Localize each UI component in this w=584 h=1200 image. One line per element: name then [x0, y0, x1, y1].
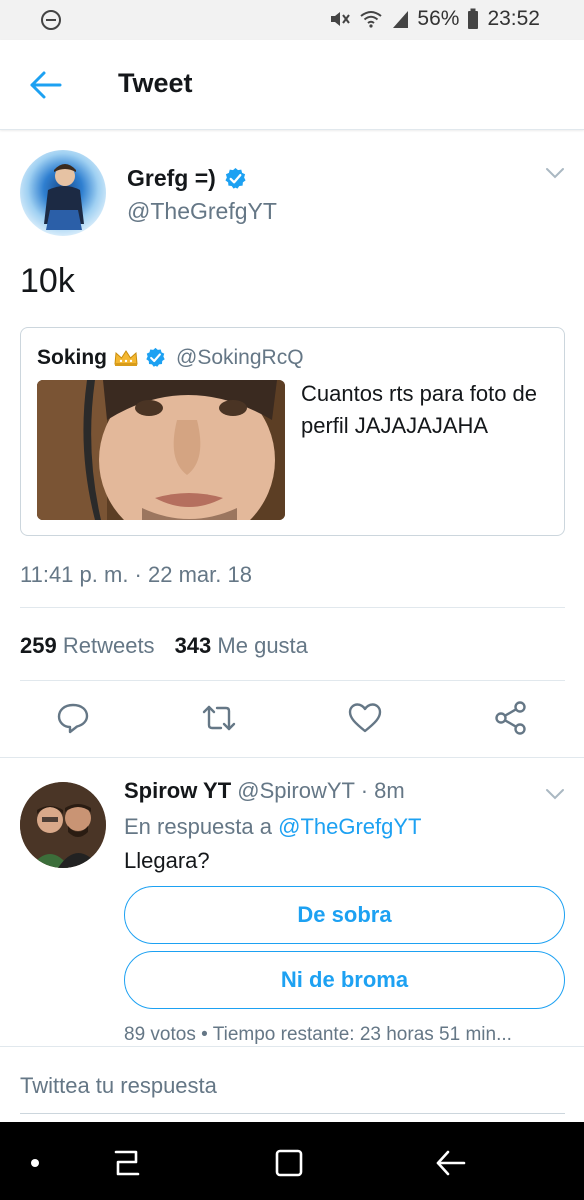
back-icon[interactable]	[434, 1146, 468, 1180]
reply-to-mention-link[interactable]: @TheGrefgYT	[278, 814, 421, 839]
minus-circle-icon	[40, 9, 62, 36]
poll-meta: 89 votos • Tiempo restante: 23 horas 51 …	[124, 1024, 512, 1045]
recent-apps-icon[interactable]	[110, 1146, 144, 1180]
reply-icon[interactable]	[55, 700, 91, 736]
clock: 23:52	[487, 7, 540, 30]
tweet-stats: 259 Retweets 343 Me gusta	[20, 633, 308, 659]
divider	[0, 757, 584, 758]
nav-dot-icon[interactable]	[18, 1146, 52, 1180]
verified-badge-icon	[224, 167, 247, 190]
tweet-text: 10k	[20, 262, 75, 300]
like-heart-icon[interactable]	[347, 700, 383, 736]
quoted-author-name: Soking	[37, 346, 168, 370]
verified-badge-icon	[145, 347, 168, 370]
status-bar: 56% 23:52	[0, 0, 584, 40]
quoted-tweet-text: Cuantos rts para foto de perfil JAJAJAJA…	[301, 381, 538, 438]
reply-header: Spirow YT @SpirowYT · 8m	[124, 778, 405, 804]
tweet-actions	[0, 700, 584, 742]
home-icon[interactable]	[272, 1146, 306, 1180]
retweets-stat[interactable]: 259 Retweets	[20, 633, 155, 659]
avatar[interactable]	[20, 150, 106, 236]
quoted-tweet-photo[interactable]	[37, 380, 285, 520]
reply-composer[interactable]: Twittea tu respuesta	[0, 1046, 584, 1122]
author-name[interactable]: Grefg =)	[127, 165, 247, 192]
author-handle[interactable]: @TheGrefgYT	[127, 198, 277, 225]
poll-option-1[interactable]: De sobra	[124, 886, 565, 944]
chevron-down-icon[interactable]	[544, 165, 566, 181]
chevron-down-icon[interactable]	[544, 786, 566, 802]
wifi-icon	[359, 9, 383, 29]
app-header: Tweet	[0, 40, 584, 130]
signal-icon	[391, 9, 409, 29]
quoted-tweet[interactable]: Soking @SokingRcQ Cuantos rts para foto …	[20, 327, 565, 536]
reply-time: · 8m	[360, 778, 405, 803]
battery-percent: 56%	[417, 7, 460, 30]
poll-option-2[interactable]: Ni de broma	[124, 951, 565, 1009]
input-underline	[20, 1113, 565, 1114]
likes-stat[interactable]: 343 Me gusta	[175, 633, 308, 659]
back-arrow-icon[interactable]	[28, 68, 64, 102]
system-nav-bar	[0, 1122, 584, 1200]
crown-icon	[113, 349, 139, 367]
avatar[interactable]	[20, 782, 106, 868]
reply-author-name[interactable]: Spirow YT	[124, 778, 231, 803]
reply-author-handle[interactable]: @SpirowYT	[237, 778, 354, 803]
reply-text: Llegara?	[124, 848, 210, 873]
quoted-author-handle: @SokingRcQ	[176, 346, 304, 369]
retweet-icon[interactable]	[201, 700, 237, 736]
mute-icon	[329, 9, 351, 29]
page-title: Tweet	[118, 68, 193, 98]
battery-icon	[467, 8, 479, 30]
tweet-timestamp: 11:41 p. m. · 22 mar. 18	[20, 562, 252, 587]
reply-input[interactable]: Twittea tu respuesta	[20, 1073, 217, 1099]
divider	[20, 680, 565, 681]
in-reply-to: En respuesta a @TheGrefgYT	[124, 814, 422, 839]
share-icon[interactable]	[493, 700, 529, 736]
divider	[20, 607, 565, 608]
